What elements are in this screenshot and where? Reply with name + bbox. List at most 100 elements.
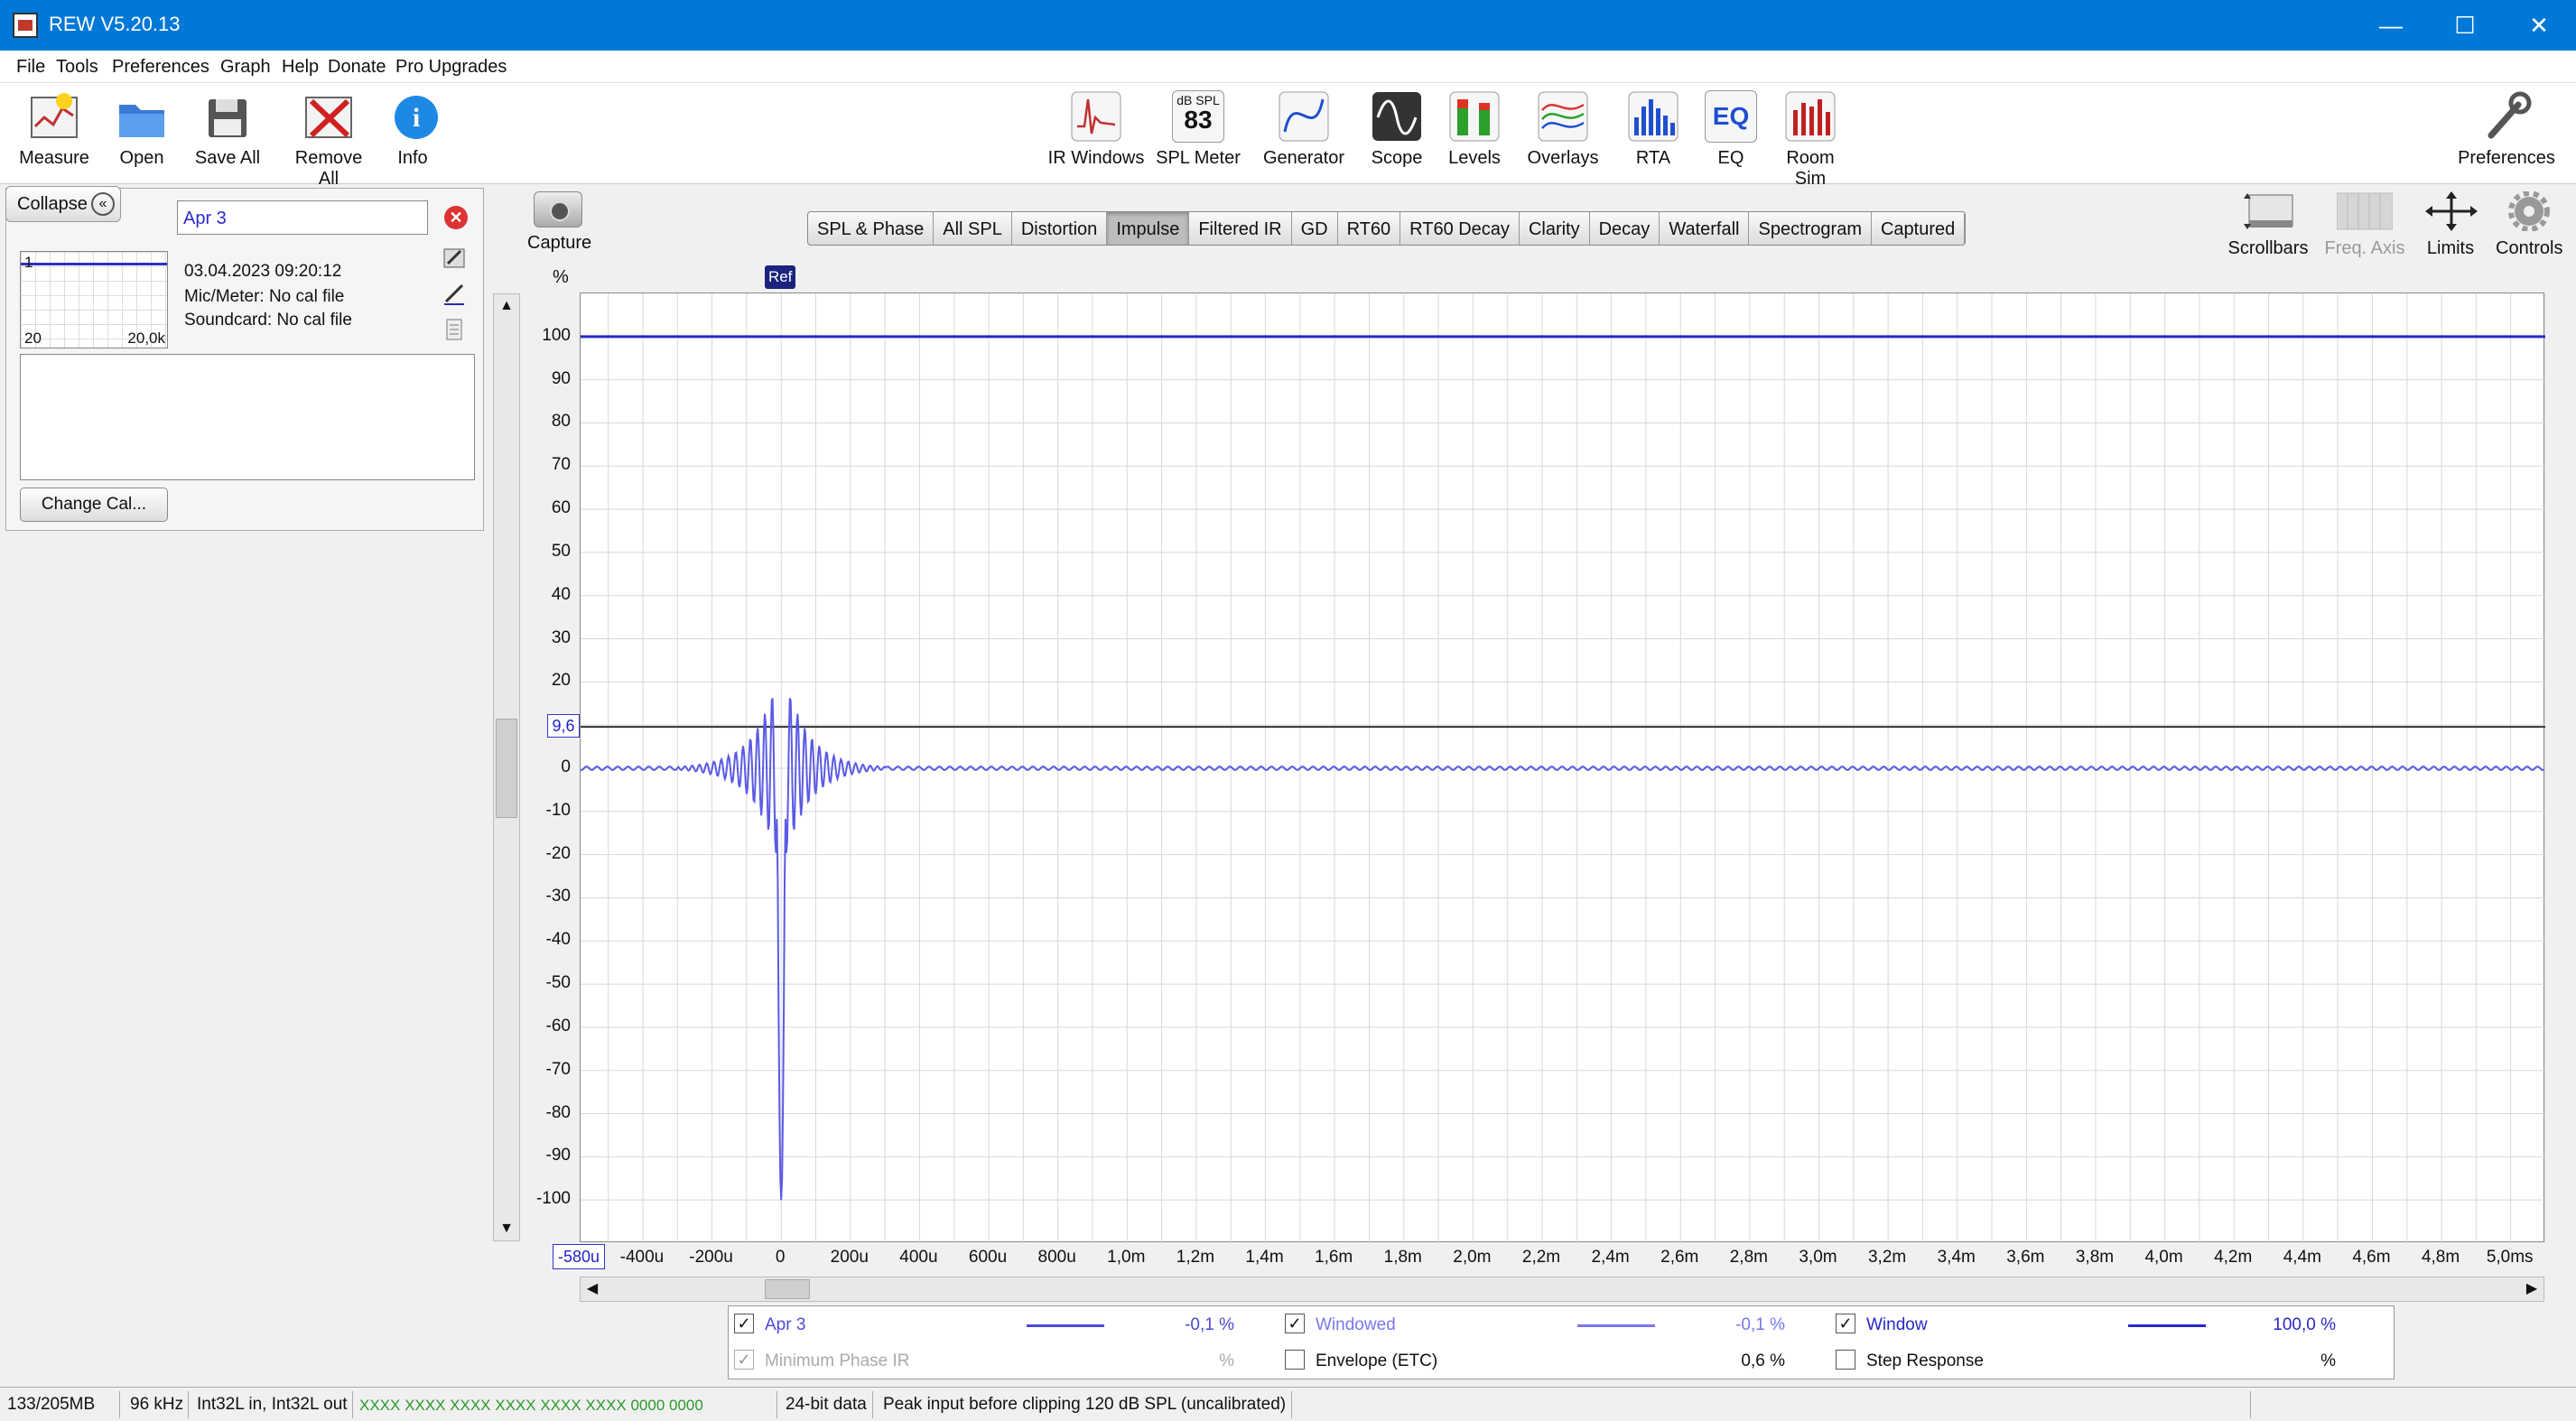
y-tick-label: 30 xyxy=(551,627,571,647)
envelope-checkbox[interactable] xyxy=(1285,1350,1305,1370)
y-tick-label: 50 xyxy=(551,541,571,561)
save-all-button[interactable]: Save All xyxy=(191,90,264,169)
tab-clarity[interactable]: Clarity xyxy=(1520,212,1590,245)
tab-gd[interactable]: GD xyxy=(1292,212,1338,245)
tab-waterfall[interactable]: Waterfall xyxy=(1660,212,1750,245)
controls-button[interactable]: Controls xyxy=(2496,190,2562,259)
x-tick-label: 1,4m xyxy=(1245,1248,1284,1267)
windowed-checkbox[interactable]: ✓ xyxy=(1285,1314,1305,1333)
scroll-left-icon[interactable]: ◀ xyxy=(581,1277,604,1301)
window-checkbox[interactable]: ✓ xyxy=(1836,1314,1855,1333)
scroll-up-icon[interactable]: ▲ xyxy=(494,294,519,318)
graph-tabs: SPL & Phase All SPL Distortion Impulse Filte… xyxy=(807,211,1967,246)
measurement-thumbnail[interactable]: 1 20 20,0k xyxy=(20,251,168,348)
menu-tools[interactable]: Tools xyxy=(56,57,98,78)
maximize-button[interactable]: ☐ xyxy=(2429,0,2501,51)
scroll-right-icon[interactable]: ▶ xyxy=(2520,1277,2543,1301)
legend-window-value: 100,0 % xyxy=(2273,1315,2336,1334)
scroll-down-icon[interactable]: ▼ xyxy=(494,1217,519,1240)
scope-button[interactable]: Scope xyxy=(1369,90,1425,169)
menu-file[interactable]: File xyxy=(16,57,45,78)
room-sim-button[interactable]: Room Sim xyxy=(1770,90,1851,190)
vertical-scrollbar[interactable]: ▲ ▼ xyxy=(493,293,520,1241)
collapse-button[interactable]: Collapse « xyxy=(5,186,121,222)
thumbnail-x-end: 20,0k xyxy=(127,330,165,347)
y-tick-label: -80 xyxy=(545,1102,571,1122)
tab-captured[interactable]: Captured xyxy=(1872,212,1966,245)
legend-min-phase-label: Minimum Phase IR xyxy=(765,1351,910,1370)
save-icon xyxy=(201,90,254,143)
ref-marker[interactable]: Ref xyxy=(765,265,796,289)
notes-area[interactable] xyxy=(20,354,475,480)
freq-axis-button[interactable]: Freq. Axis xyxy=(2322,191,2407,259)
vertical-scroll-thumb[interactable] xyxy=(496,719,517,818)
y-tick-label: 80 xyxy=(551,412,571,432)
status-separator xyxy=(352,1391,353,1418)
cursor-value-label: 9,6 xyxy=(547,714,580,738)
toolbar: Measure Open Save All Remove All i Info … xyxy=(0,83,2576,189)
levels-button[interactable]: Levels xyxy=(1445,90,1504,169)
overlays-button[interactable]: Overlays xyxy=(1524,90,1602,169)
horizontal-scrollbar[interactable]: ◀ ▶ xyxy=(580,1277,2544,1302)
tab-distortion[interactable]: Distortion xyxy=(1012,212,1108,245)
step-response-checkbox[interactable] xyxy=(1836,1350,1855,1370)
generator-button[interactable]: Generator xyxy=(1260,90,1347,169)
y-tick-label: 100 xyxy=(542,325,571,345)
ir-windows-button[interactable]: IR Windows xyxy=(1047,90,1145,169)
app-icon xyxy=(13,13,38,38)
notes-icon[interactable] xyxy=(442,318,466,341)
spl-meter-button[interactable]: dB SPL 83 SPL Meter xyxy=(1156,90,1241,169)
y-tick-label: 90 xyxy=(551,368,571,388)
change-cal-button[interactable]: Change Cal... xyxy=(20,488,168,522)
tab-rt60-decay[interactable]: RT60 Decay xyxy=(1400,212,1520,245)
tab-impulse[interactable]: Impulse xyxy=(1107,212,1190,245)
apr3-checkbox[interactable]: ✓ xyxy=(734,1314,754,1333)
close-button[interactable]: ✕ xyxy=(2503,0,2575,51)
title-bar: REW V5.20.13 — ☐ ✕ xyxy=(0,0,2576,51)
menu-donate[interactable]: Donate xyxy=(328,57,386,78)
limits-button[interactable]: Limits xyxy=(2423,191,2478,259)
delete-measurement-icon[interactable]: ✕ xyxy=(444,206,468,229)
x-tick-label: 2,8m xyxy=(1729,1248,1768,1267)
y-tick-label: 70 xyxy=(551,455,571,475)
eq-button[interactable]: EQ EQ xyxy=(1703,90,1759,169)
status-separator xyxy=(872,1391,873,1418)
room-sim-icon xyxy=(1784,90,1837,143)
status-memory[interactable]: 133/205MB xyxy=(7,1395,95,1415)
measurement-name-field[interactable]: Apr 3 xyxy=(177,200,428,235)
overlays-icon xyxy=(1537,90,1589,143)
menu-pro-upgrades[interactable]: Pro Upgrades xyxy=(395,57,507,78)
y-tick-label: -10 xyxy=(545,800,571,820)
tab-spectrogram[interactable]: Spectrogram xyxy=(1749,212,1872,245)
tab-spl-phase[interactable]: SPL & Phase xyxy=(808,212,935,245)
pen-icon[interactable] xyxy=(442,282,466,305)
x-tick-label: 4,8m xyxy=(2421,1248,2460,1267)
soundcard-cal-info: Soundcard: No cal file xyxy=(184,311,352,330)
menu-help[interactable]: Help xyxy=(282,57,319,78)
menu-graph[interactable]: Graph xyxy=(220,57,271,78)
preferences-button[interactable]: Preferences xyxy=(2458,90,2555,169)
x-tick-label: 4,2m xyxy=(2214,1248,2253,1267)
rta-button[interactable]: RTA xyxy=(1625,90,1681,169)
scrollbars-button[interactable]: Scrollbars xyxy=(2225,191,2311,259)
tab-rt60[interactable]: RT60 xyxy=(1338,212,1401,245)
capture-button[interactable]: Capture xyxy=(527,191,591,254)
legend-windowed-value: -0,1 % xyxy=(1735,1315,1785,1334)
y-tick-label: -60 xyxy=(545,1016,571,1036)
open-button[interactable]: Open xyxy=(110,90,173,169)
measure-button[interactable]: Measure xyxy=(16,90,92,169)
min-phase-checkbox[interactable]: ✓ xyxy=(734,1350,754,1370)
status-sample-rate: 96 kHz xyxy=(130,1395,184,1414)
x-tick-label: 200u xyxy=(830,1248,869,1267)
impulse-plot[interactable] xyxy=(580,293,2545,1243)
tab-decay[interactable]: Decay xyxy=(1590,212,1660,245)
remove-all-button[interactable]: Remove All xyxy=(284,90,374,190)
tab-all-spl[interactable]: All SPL xyxy=(934,212,1012,245)
menu-preferences[interactable]: Preferences xyxy=(112,57,209,78)
info-button[interactable]: i Info xyxy=(390,90,438,169)
horizontal-scroll-thumb[interactable] xyxy=(765,1279,810,1299)
minimize-button[interactable]: — xyxy=(2355,0,2427,51)
x-start-field[interactable]: -580u xyxy=(553,1244,605,1269)
tab-filtered-ir[interactable]: Filtered IR xyxy=(1189,212,1292,245)
edit-info-icon[interactable] xyxy=(442,246,466,269)
